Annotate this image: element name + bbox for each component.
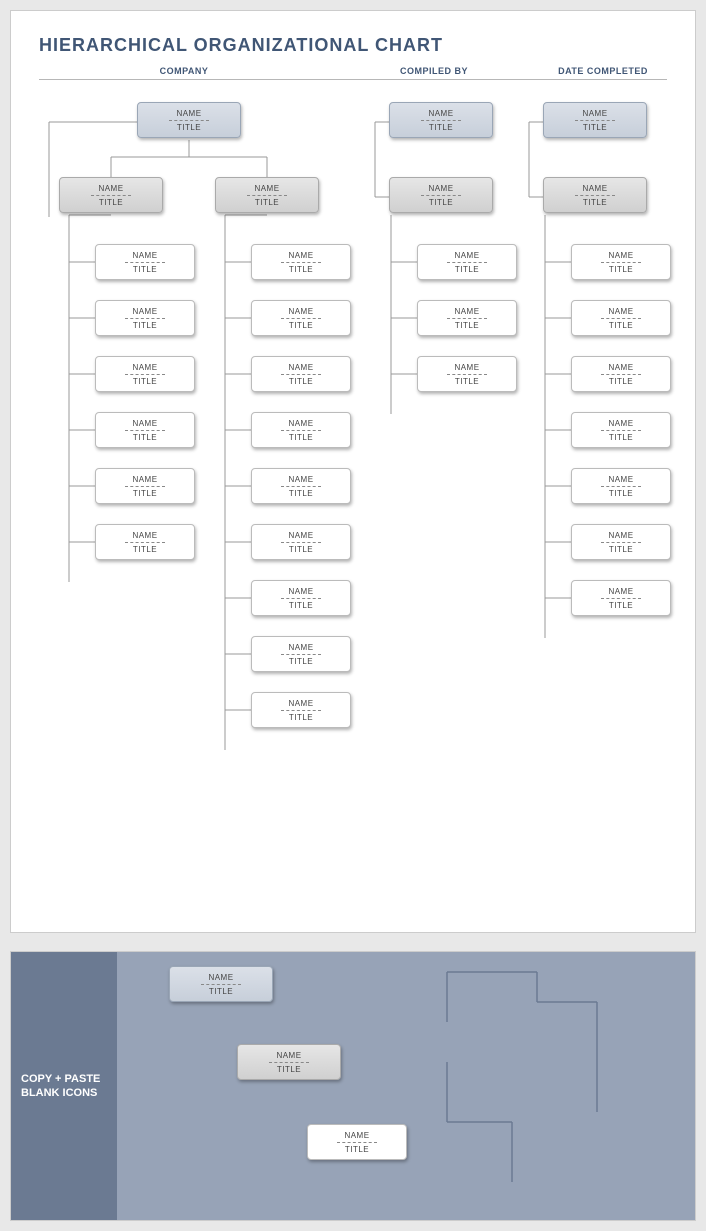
org-box-child[interactable]: NAMETITLE: [571, 356, 671, 392]
org-box-child[interactable]: NAMETITLE: [95, 244, 195, 280]
chart-area: NAME TITLE NAME TITLE NAME TITLE NAME TI…: [39, 102, 667, 912]
palette-box-grey[interactable]: NAME TITLE: [237, 1044, 341, 1080]
org-box-child[interactable]: NAMETITLE: [251, 468, 351, 504]
page-title: HIERARCHICAL ORGANIZATIONAL CHART: [39, 35, 667, 56]
org-box-child[interactable]: NAMETITLE: [571, 580, 671, 616]
header-row: COMPANY COMPILED BY DATE COMPLETED: [39, 66, 667, 80]
org-box-mid-3[interactable]: NAME TITLE: [543, 177, 647, 213]
copy-paste-area: NAME TITLE NAME TITLE NAME TITLE: [117, 952, 695, 1220]
header-date-completed: DATE COMPLETED: [539, 66, 667, 76]
org-box-child[interactable]: NAMETITLE: [95, 468, 195, 504]
org-box-child[interactable]: NAMETITLE: [417, 356, 517, 392]
org-box-child[interactable]: NAMETITLE: [251, 692, 351, 728]
org-chart-page: HIERARCHICAL ORGANIZATIONAL CHART COMPAN…: [10, 10, 696, 933]
header-compiled-by: COMPILED BY: [329, 66, 539, 76]
org-box-mid-2[interactable]: NAME TITLE: [389, 177, 493, 213]
org-box-child[interactable]: NAMETITLE: [417, 244, 517, 280]
org-box-child[interactable]: NAMETITLE: [571, 300, 671, 336]
palette-box-blue[interactable]: NAME TITLE: [169, 966, 273, 1002]
org-box-child[interactable]: NAMETITLE: [251, 244, 351, 280]
org-box-child[interactable]: NAMETITLE: [251, 412, 351, 448]
org-box-child[interactable]: NAMETITLE: [571, 468, 671, 504]
org-box-child[interactable]: NAMETITLE: [95, 356, 195, 392]
copy-paste-label: COPY + PASTE BLANK ICONS: [11, 952, 117, 1220]
org-box-child[interactable]: NAMETITLE: [251, 636, 351, 672]
org-box-top-2[interactable]: NAME TITLE: [389, 102, 493, 138]
org-box-top-1[interactable]: NAME TITLE: [137, 102, 241, 138]
org-box-child[interactable]: NAMETITLE: [251, 524, 351, 560]
org-box-child[interactable]: NAMETITLE: [95, 524, 195, 560]
org-box-child[interactable]: NAMETITLE: [251, 300, 351, 336]
org-box-child[interactable]: NAMETITLE: [571, 412, 671, 448]
org-box-child[interactable]: NAMETITLE: [95, 412, 195, 448]
palette-box-white[interactable]: NAME TITLE: [307, 1124, 407, 1160]
org-box-top-3[interactable]: NAME TITLE: [543, 102, 647, 138]
org-box-mid-1a[interactable]: NAME TITLE: [59, 177, 163, 213]
org-box-child[interactable]: NAMETITLE: [251, 356, 351, 392]
org-box-mid-1b[interactable]: NAME TITLE: [215, 177, 319, 213]
org-box-child[interactable]: NAMETITLE: [95, 300, 195, 336]
copy-paste-panel: COPY + PASTE BLANK ICONS NAME TITLE NAME…: [10, 951, 696, 1221]
org-box-child[interactable]: NAMETITLE: [251, 580, 351, 616]
org-box-child[interactable]: NAMETITLE: [571, 524, 671, 560]
org-box-child[interactable]: NAMETITLE: [417, 300, 517, 336]
org-box-child[interactable]: NAMETITLE: [571, 244, 671, 280]
header-company: COMPANY: [39, 66, 329, 76]
connectors: [39, 102, 667, 912]
